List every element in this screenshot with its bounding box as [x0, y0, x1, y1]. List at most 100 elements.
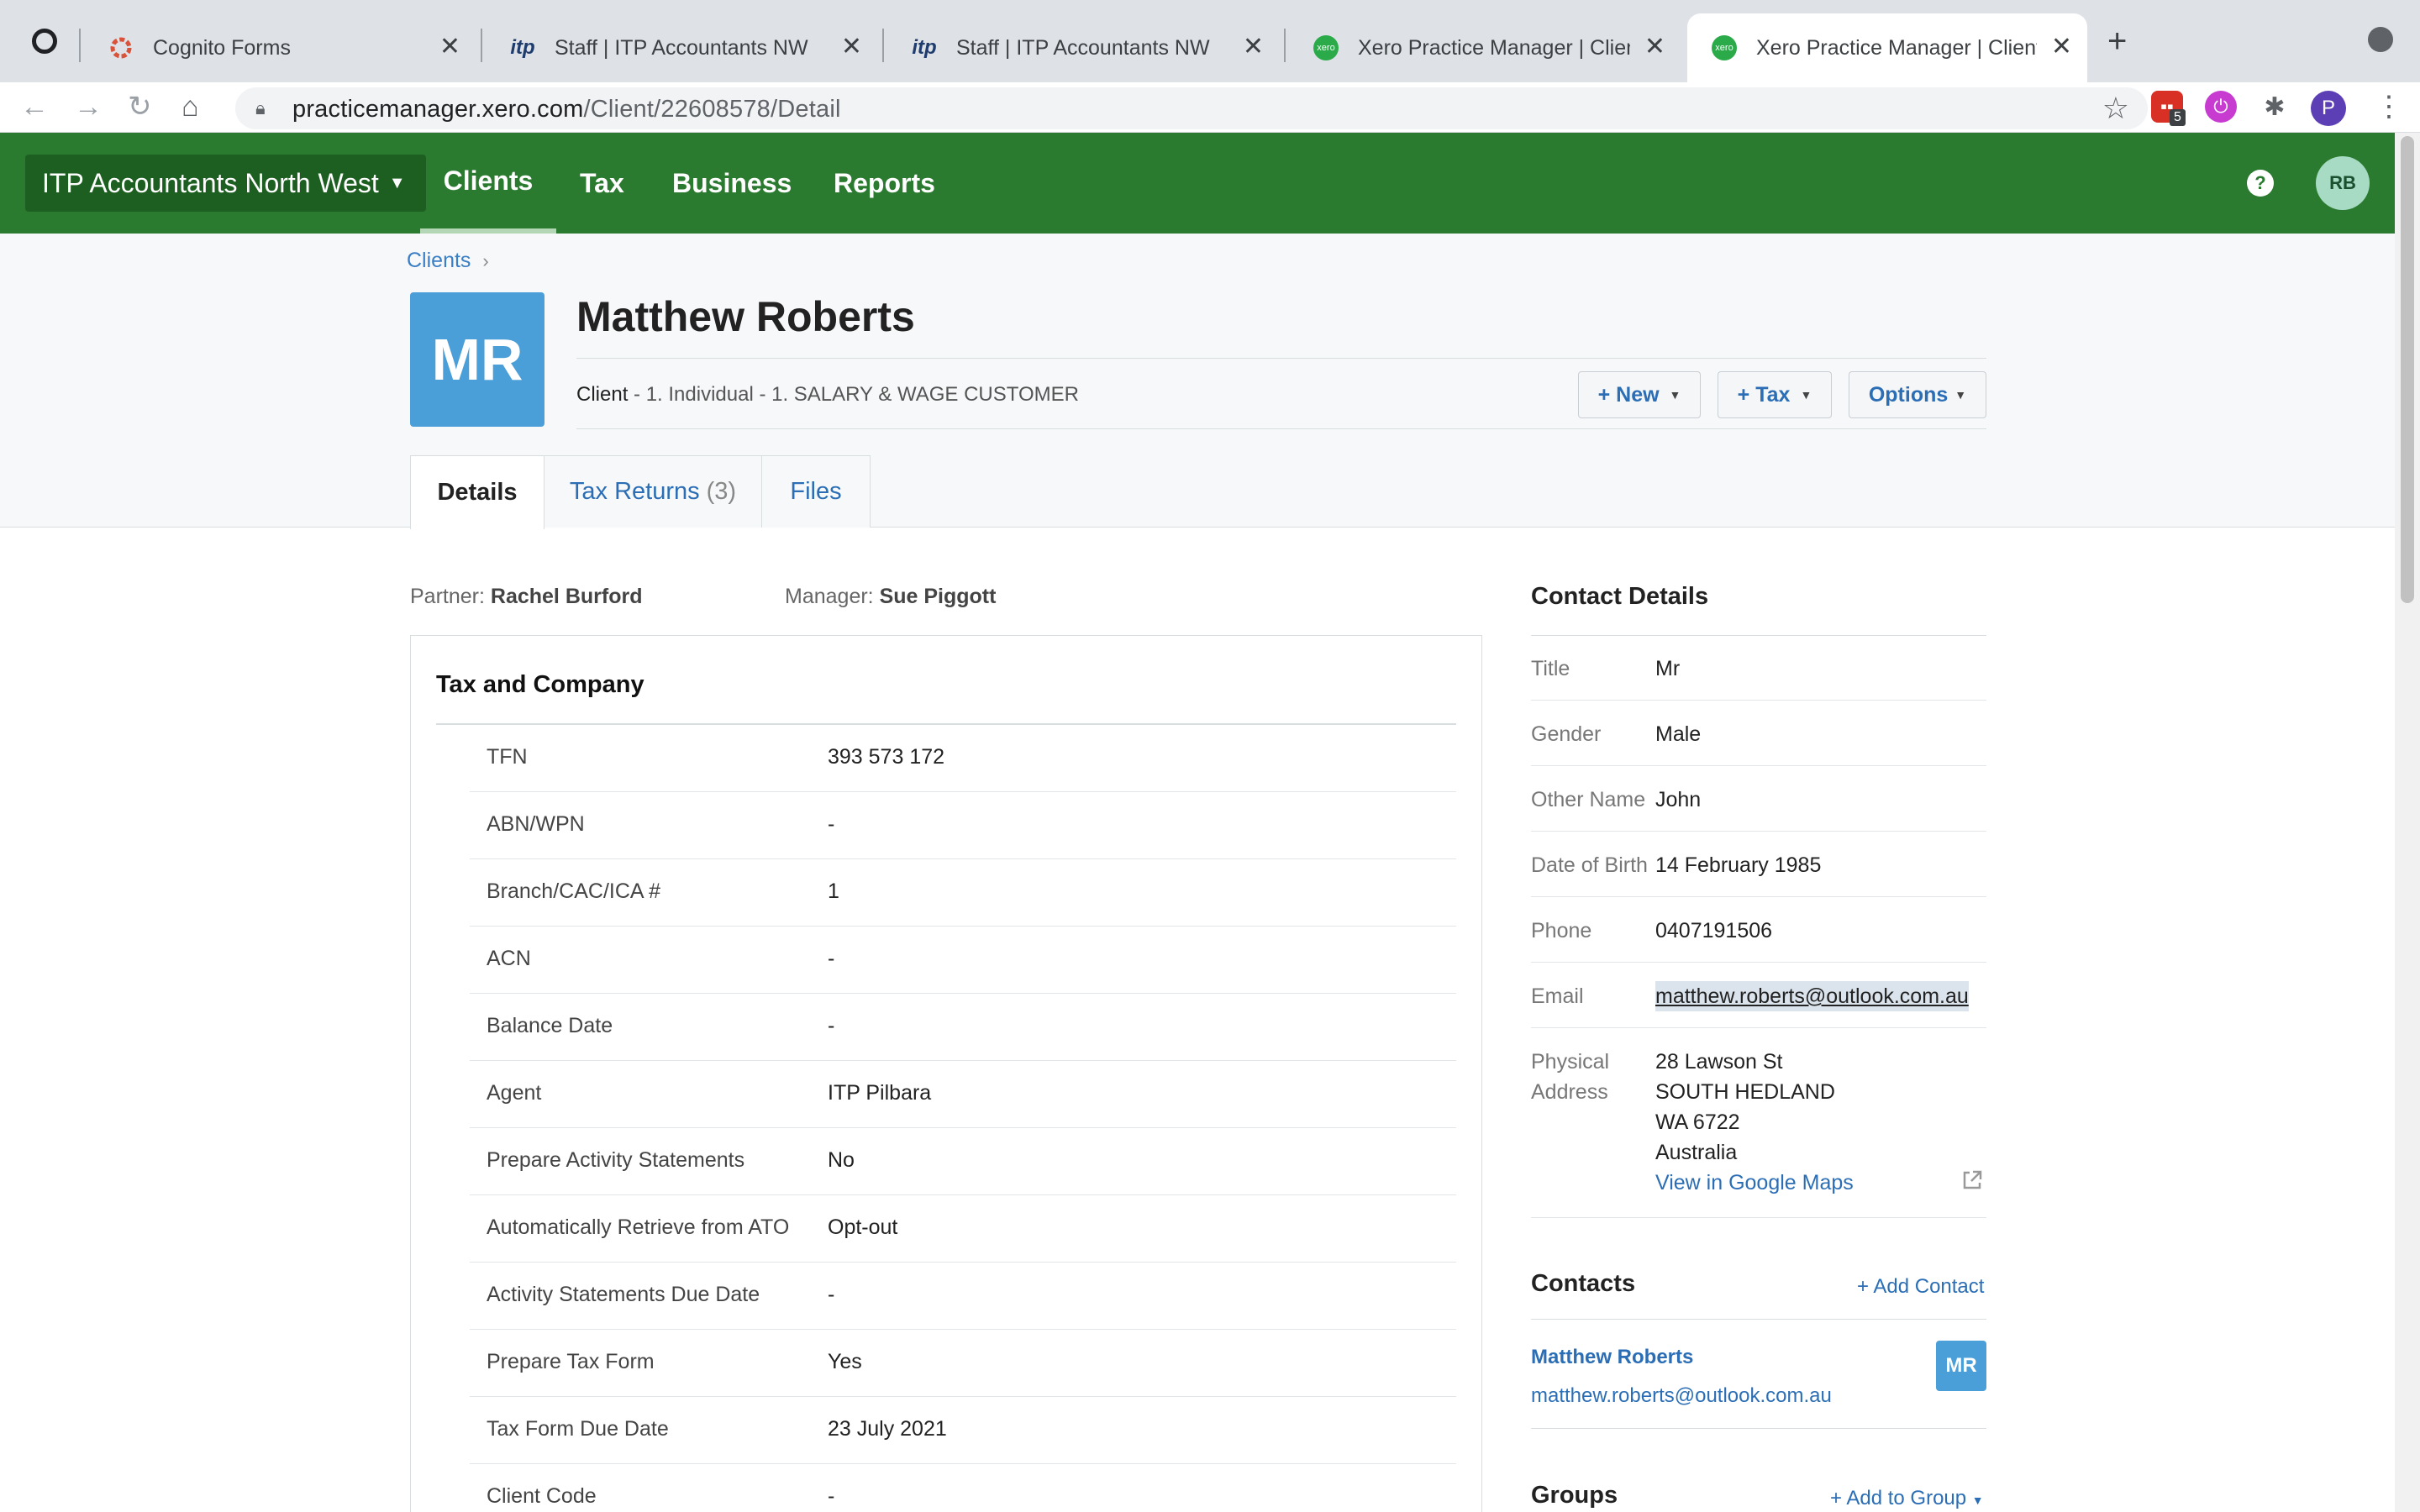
add-tax-button[interactable]: + Tax ▼ — [1718, 371, 1832, 418]
caret-down-icon: ▼ — [1971, 1494, 1984, 1507]
table-row: Automatically Retrieve from ATO Opt-out — [470, 1195, 1456, 1263]
client-type: Client — [576, 383, 629, 406]
back-icon[interactable]: ← — [20, 87, 49, 126]
row-label: Client Code — [487, 1484, 597, 1508]
client-avatar: MR — [410, 292, 544, 427]
row-label: Prepare Tax Form — [487, 1350, 655, 1373]
scrollbar-thumb[interactable] — [2401, 136, 2414, 603]
new-tab-icon[interactable]: + — [2107, 22, 2127, 60]
add-to-group-link[interactable]: + Add to Group ▼ — [1830, 1487, 1984, 1510]
table-row: ABN/WPN - — [470, 792, 1456, 859]
row-value: - — [828, 1014, 835, 1037]
new-button[interactable]: + New ▼ — [1578, 371, 1701, 418]
row-value: 393 573 172 — [828, 745, 945, 769]
reload-icon[interactable]: ↻ — [128, 87, 152, 126]
row-label: ACN — [487, 947, 531, 970]
address-bar[interactable]: 🔒︎ practicemanager.xero.com/Client/22608… — [235, 87, 2148, 129]
breadcrumb-clients-link[interactable]: Clients — [407, 249, 471, 272]
itp-icon: itp — [510, 36, 535, 59]
row-value: ITP Pilbara — [828, 1081, 932, 1105]
browser-tab[interactable]: Cognito Forms ✕ — [84, 13, 476, 82]
address-line: SOUTH HEDLAND — [1655, 1080, 1835, 1104]
itp-icon: itp — [912, 36, 937, 59]
address-label-line: Address — [1531, 1080, 1608, 1104]
more-menu-icon[interactable]: ⋮ — [2375, 87, 2403, 126]
home-icon[interactable]: ⌂ — [182, 87, 199, 126]
add-to-group-label: + Add to Group — [1830, 1487, 1967, 1509]
browser-tab[interactable]: itp Staff | ITP Accountants NW ✕ — [887, 13, 1279, 82]
help-icon[interactable]: ? — [2247, 170, 2274, 197]
chrome-logo-icon[interactable] — [32, 29, 57, 54]
row-value: Yes — [828, 1350, 862, 1373]
client-header — [0, 234, 2395, 528]
caret-down-icon: ▼ — [1954, 388, 1967, 402]
caret-down-icon: ▼ — [1800, 388, 1812, 402]
url-text[interactable]: practicemanager.xero.com/Client/22608578… — [292, 96, 841, 123]
close-tab-icon[interactable]: ✕ — [1644, 34, 1665, 60]
profile-avatar[interactable]: P — [2311, 91, 2346, 126]
nav-business[interactable]: Business — [672, 133, 792, 234]
contact-row-dob: Date of Birth 14 February 1985 — [1531, 850, 1986, 897]
bookmark-star-icon[interactable]: ☆ — [2102, 91, 2129, 126]
divider — [576, 428, 1986, 429]
close-tab-icon[interactable]: ✕ — [841, 34, 862, 60]
partner-label: Partner: — [410, 585, 485, 608]
tab-search-icon[interactable] — [2368, 27, 2393, 52]
tab-files[interactable]: Files — [761, 455, 871, 528]
tab-title: Xero Practice Manager | Client — [1756, 35, 2037, 60]
row-label: Email — [1531, 984, 1584, 1008]
contact-row-title: Title Mr — [1531, 654, 1986, 701]
nav-tax[interactable]: Tax — [580, 133, 624, 234]
manager-label: Manager: — [785, 585, 874, 608]
row-value: John — [1655, 788, 1702, 811]
email-link[interactable]: matthew.roberts@outlook.com.au — [1655, 981, 1969, 1011]
table-row: Client Code - — [470, 1464, 1456, 1512]
puzzle-icon[interactable]: ✱ — [2259, 91, 2291, 123]
browser-tab[interactable]: xero Xero Practice Manager | Client ✕ — [1289, 13, 1681, 82]
table-row: Prepare Activity Statements No — [470, 1128, 1456, 1195]
row-label: Phone — [1531, 919, 1592, 942]
tab-details[interactable]: Details — [410, 455, 544, 529]
close-tab-icon[interactable]: ✕ — [2051, 34, 2072, 60]
url-domain: practicemanager.xero.com — [292, 96, 584, 123]
row-value: Mr — [1655, 657, 1681, 680]
row-value: Opt-out — [828, 1215, 898, 1239]
row-value: - — [828, 1484, 835, 1508]
close-tab-icon[interactable]: ✕ — [1243, 34, 1264, 60]
external-link-icon[interactable] — [1961, 1169, 1983, 1195]
row-label: Tax Form Due Date — [487, 1417, 669, 1441]
client-subtitle: Client - 1. Individual - 1. SALARY & WAG… — [576, 383, 1079, 407]
row-value: - — [828, 1283, 835, 1306]
nav-clients[interactable]: Clients — [420, 133, 556, 234]
manager-info: Manager: Sue Piggott — [785, 585, 996, 609]
row-value: - — [828, 947, 835, 970]
address-line: Australia — [1655, 1141, 1738, 1164]
close-tab-icon[interactable]: ✕ — [439, 34, 460, 60]
google-maps-link[interactable]: View in Google Maps — [1655, 1171, 1854, 1194]
contact-email-link[interactable]: matthew.roberts@outlook.com.au — [1531, 1384, 1832, 1408]
row-label: TFN — [487, 745, 528, 769]
tab-tax-returns[interactable]: Tax Returns (3) — [544, 455, 762, 528]
tab-title: Xero Practice Manager | Client — [1358, 35, 1630, 60]
tab-title: Staff | ITP Accountants NW — [555, 35, 808, 60]
table-row: Agent ITP Pilbara — [470, 1061, 1456, 1128]
partner-info: Partner: Rachel Burford — [410, 585, 642, 609]
browser-tab[interactable]: itp Staff | ITP Accountants NW ✕ — [486, 13, 877, 82]
table-row: TFN 393 573 172 — [470, 725, 1456, 792]
nav-reports[interactable]: Reports — [834, 133, 935, 234]
table-row: Activity Statements Due Date - — [470, 1263, 1456, 1330]
tab-count-badge: (3) — [706, 478, 737, 505]
caret-down-icon: ▼ — [1669, 388, 1681, 402]
contact-name-link[interactable]: Matthew Roberts — [1531, 1346, 1693, 1369]
org-name: ITP Accountants North West — [42, 167, 379, 198]
user-avatar[interactable]: RB — [2316, 156, 2370, 210]
contact-avatar: MR — [1936, 1341, 1986, 1391]
options-button[interactable]: Options ▼ — [1849, 371, 1986, 418]
power-extension-icon[interactable]: ⏻ — [2205, 91, 2237, 123]
lock-icon[interactable]: 🔒︎ — [255, 97, 266, 119]
forward-icon[interactable]: → — [74, 87, 103, 126]
extension-badge: 5 — [2170, 109, 2186, 126]
org-switcher[interactable]: ITP Accountants North West ▼ — [25, 155, 426, 212]
browser-tab-active[interactable]: xero Xero Practice Manager | Client ✕ — [1687, 13, 2087, 82]
add-contact-link[interactable]: + Add Contact — [1857, 1275, 1984, 1299]
